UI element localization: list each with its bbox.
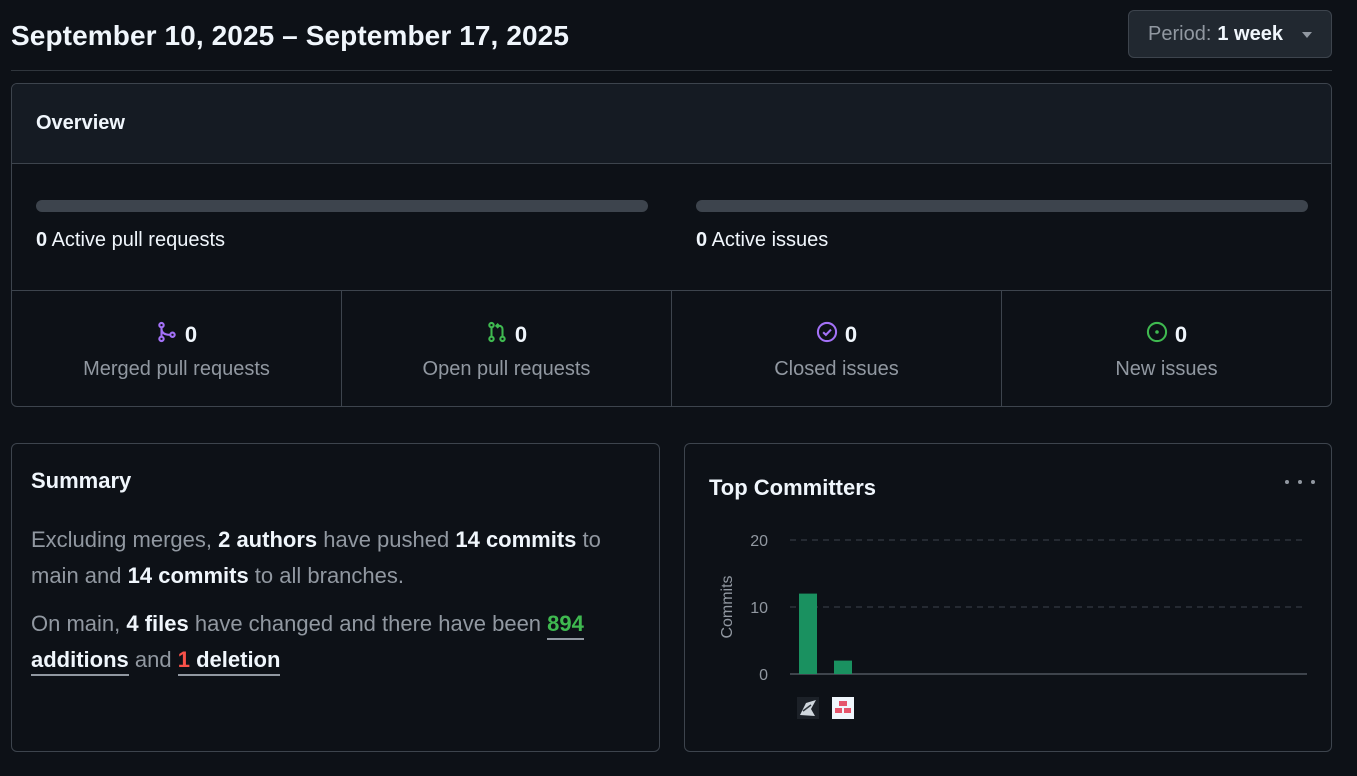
bar-committer-1 — [799, 593, 817, 674]
date-range-title: September 10, 2025 – September 17, 2025 — [11, 20, 570, 51]
merged-prs-label: Merged pull requests — [83, 358, 270, 380]
overview-header: Overview — [12, 84, 1331, 164]
stat-closed-issues[interactable]: 0 Closed issues — [672, 291, 1002, 406]
authors-link[interactable]: 2 authors — [218, 527, 317, 552]
active-issues-label[interactable]: 0 Active issues — [696, 229, 1308, 252]
committer-avatar-2-block — [839, 701, 847, 706]
deletions-word: deletion — [196, 647, 281, 672]
additions-word: additions — [31, 647, 129, 672]
bar-committer-2 — [834, 660, 852, 674]
files-changed-link[interactable]: 4 files — [126, 611, 188, 636]
closed-issues-label: Closed issues — [774, 358, 899, 380]
active-issues-block: 0 Active issues — [696, 200, 1308, 252]
commits-all-link[interactable]: 14 commits — [128, 563, 249, 588]
deletions-count: 1 — [177, 647, 190, 672]
summary-text: On main, — [31, 611, 127, 636]
period-label: Period: — [1148, 22, 1212, 45]
active-prs-count: 0 — [36, 229, 48, 251]
overview-title: Overview — [36, 112, 125, 134]
check-circle-icon — [816, 321, 838, 348]
issue-opened-icon — [1146, 321, 1168, 348]
y-tick-label: 0 — [759, 667, 768, 684]
y-tick-label: 20 — [750, 533, 768, 550]
stat-new-issues[interactable]: 0 New issues — [1002, 291, 1331, 406]
git-pull-request-icon — [486, 321, 508, 348]
period-value: 1 week — [1217, 22, 1283, 45]
committer-avatar-2-gap — [842, 708, 844, 713]
summary-title: Summary — [31, 468, 132, 493]
open-prs-count: 0 — [514, 321, 528, 347]
closed-issues-count: 0 — [844, 321, 858, 347]
summary-text: have changed and there have been — [188, 611, 548, 636]
period-select-button[interactable]: Period: 1 week — [1128, 10, 1332, 58]
active-issues-text: Active issues — [711, 229, 829, 251]
active-prs-block: 0 Active pull requests — [36, 200, 648, 252]
triangle-down-icon — [1302, 32, 1312, 38]
active-prs-text: Active pull requests — [51, 229, 225, 251]
merged-prs-count: 0 — [184, 321, 198, 347]
active-issues-count: 0 — [696, 229, 708, 251]
active-prs-progress — [36, 200, 648, 212]
summary-text: Excluding merges, — [31, 527, 219, 552]
y-tick-label: 10 — [750, 600, 768, 617]
overview-panel: Overview 0 Active pull requests 0 Active… — [11, 83, 1332, 407]
new-issues-label: New issues — [1115, 358, 1218, 380]
y-axis-label: Commits — [719, 575, 736, 638]
git-merge-icon — [156, 321, 178, 348]
summary-text: to all branches. — [248, 563, 404, 588]
overview-bars: 0 Active pull requests 0 Active issues — [12, 164, 1331, 291]
top-committers-panel: Top Committers 0 10 20 Commits — [684, 443, 1332, 752]
new-issues-count: 0 — [1174, 321, 1188, 347]
additions-count: 894 — [547, 611, 584, 636]
summary-text: have pushed — [317, 527, 456, 552]
commits-main-link[interactable]: 14 commits — [455, 527, 576, 552]
active-prs-label[interactable]: 0 Active pull requests — [36, 229, 648, 252]
page-header: September 10, 2025 – September 17, 2025 … — [11, 10, 1332, 71]
overview-stats: 0 Merged pull requests 0 Open pull reque… — [12, 291, 1331, 406]
commits-bar-chart: 0 10 20 Commits — [719, 533, 1307, 719]
summary-text: and — [128, 647, 178, 672]
deletions-link[interactable]: 1 deletion — [177, 647, 281, 676]
summary-commits-text: Excluding merges, 2 authors have pushed … — [31, 522, 640, 594]
open-prs-label: Open pull requests — [422, 358, 591, 380]
stat-merged-prs[interactable]: 0 Merged pull requests — [12, 291, 342, 406]
active-issues-progress — [696, 200, 1308, 212]
summary-files-text: On main, 4 files have changed and there … — [31, 606, 640, 678]
summary-panel: Summary Excluding merges, 2 authors have… — [11, 443, 660, 752]
stat-open-prs[interactable]: 0 Open pull requests — [342, 291, 672, 406]
